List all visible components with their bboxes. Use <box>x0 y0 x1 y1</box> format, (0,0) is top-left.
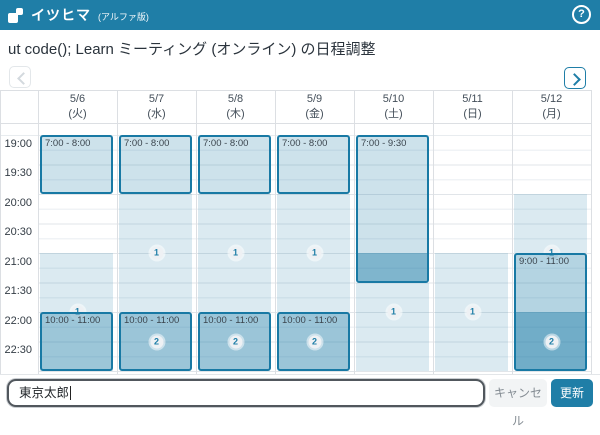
footer-bar: 東京太郎 キャンセル 更新 <box>0 374 600 411</box>
day-header: 5/8(木) <box>196 90 275 123</box>
selection-block[interactable]: 7:00 - 8:00 <box>40 135 113 194</box>
time-label: 21:30 <box>0 285 32 297</box>
day-column-5/12[interactable]: 129:00 - 11:00 <box>512 135 591 374</box>
cancel-button[interactable]: キャンセル <box>489 379 547 407</box>
selection-block[interactable]: 7:00 - 8:00 <box>198 135 271 194</box>
count-badge: 2 <box>545 335 558 348</box>
day-column-5/7[interactable]: 1 2 7:00 - 8:00 10:00 - 11:00 <box>117 135 196 374</box>
count-badge: 1 <box>308 247 321 260</box>
time-label: 19:00 <box>0 138 32 150</box>
availability-heat-region <box>356 283 429 372</box>
day-column-5/8[interactable]: 1 2 7:00 - 8:00 10:00 - 11:00 <box>196 135 275 374</box>
day-header: 5/12(月) <box>512 90 591 123</box>
block-time-label: 7:00 - 9:30 <box>361 138 406 149</box>
name-input[interactable]: 東京太郎 <box>7 379 485 407</box>
time-label: 20:00 <box>0 197 32 209</box>
count-badge: 1 <box>387 306 400 319</box>
count-badge: 1 <box>466 306 479 319</box>
count-badge: 2 <box>150 335 163 348</box>
overlap-shade <box>358 253 427 283</box>
day-header: 5/11(日) <box>433 90 512 123</box>
count-badge: 2 <box>308 335 321 348</box>
block-time-label: 10:00 - 11:00 <box>124 315 179 326</box>
day-column-5/9[interactable]: 1 2 7:00 - 8:00 10:00 - 11:00 <box>275 135 354 374</box>
time-label: 19:30 <box>0 167 32 179</box>
count-badge: 1 <box>229 247 242 260</box>
grid-right-border <box>591 90 592 374</box>
chevron-right-icon <box>568 73 581 86</box>
block-time-label: 10:00 - 11:00 <box>203 315 258 326</box>
time-label: 22:00 <box>0 315 32 327</box>
selection-block[interactable]: 7:00 - 8:00 <box>119 135 192 194</box>
page-title: ut code(); Learn ミーティング (オンライン) の日程調整 <box>8 38 376 59</box>
next-week-button[interactable] <box>564 67 586 89</box>
block-time-label: 7:00 - 8:00 <box>45 138 90 149</box>
time-label: 20:30 <box>0 226 32 238</box>
time-label: 21:00 <box>0 256 32 268</box>
selection-block[interactable]: 7:00 - 8:00 <box>277 135 350 194</box>
availability-heat-region <box>514 194 587 253</box>
day-column-5/10[interactable]: 1 7:00 - 9:30 <box>354 135 433 374</box>
block-time-label: 9:00 - 11:00 <box>519 256 569 267</box>
count-badge: 2 <box>229 335 242 348</box>
block-time-label: 10:00 - 11:00 <box>45 315 100 326</box>
count-badge: 1 <box>150 247 163 260</box>
day-column-5/6[interactable]: 17:00 - 8:0010:00 - 11:00 <box>38 135 117 374</box>
block-time-label: 7:00 - 8:00 <box>282 138 327 149</box>
text-caret <box>70 386 71 400</box>
day-header: 5/10(土) <box>354 90 433 123</box>
help-icon[interactable]: ? <box>572 5 591 24</box>
block-time-label: 10:00 - 11:00 <box>282 315 337 326</box>
app-header: イツヒマ (アルファ版) ? <box>0 0 600 30</box>
selection-block[interactable]: 7:00 - 9:30 <box>356 135 429 283</box>
app-logo-icon <box>8 8 23 23</box>
day-header: 5/6(火) <box>38 90 117 123</box>
selection-block[interactable]: 9:00 - 11:00 <box>514 253 587 371</box>
chevron-left-icon <box>17 72 30 85</box>
selection-block[interactable]: 10:00 - 11:00 <box>40 312 113 371</box>
day-header: 5/9(金) <box>275 90 354 123</box>
app-name: イツヒマ <box>31 5 91 25</box>
prev-week-button[interactable] <box>9 66 31 88</box>
day-column-5/11[interactable]: 1 <box>433 135 512 374</box>
block-time-label: 7:00 - 8:00 <box>203 138 248 149</box>
alpha-version-label: (アルファ版) <box>98 10 149 23</box>
time-label: 22:30 <box>0 344 32 356</box>
update-button[interactable]: 更新 <box>551 379 593 407</box>
calendar-grid[interactable]: 19:00 19:30 20:00 20:30 21:00 21:30 22:00 22:30… <box>0 90 592 374</box>
block-time-label: 7:00 - 8:00 <box>124 138 169 149</box>
day-header: 5/7(水) <box>117 90 196 123</box>
